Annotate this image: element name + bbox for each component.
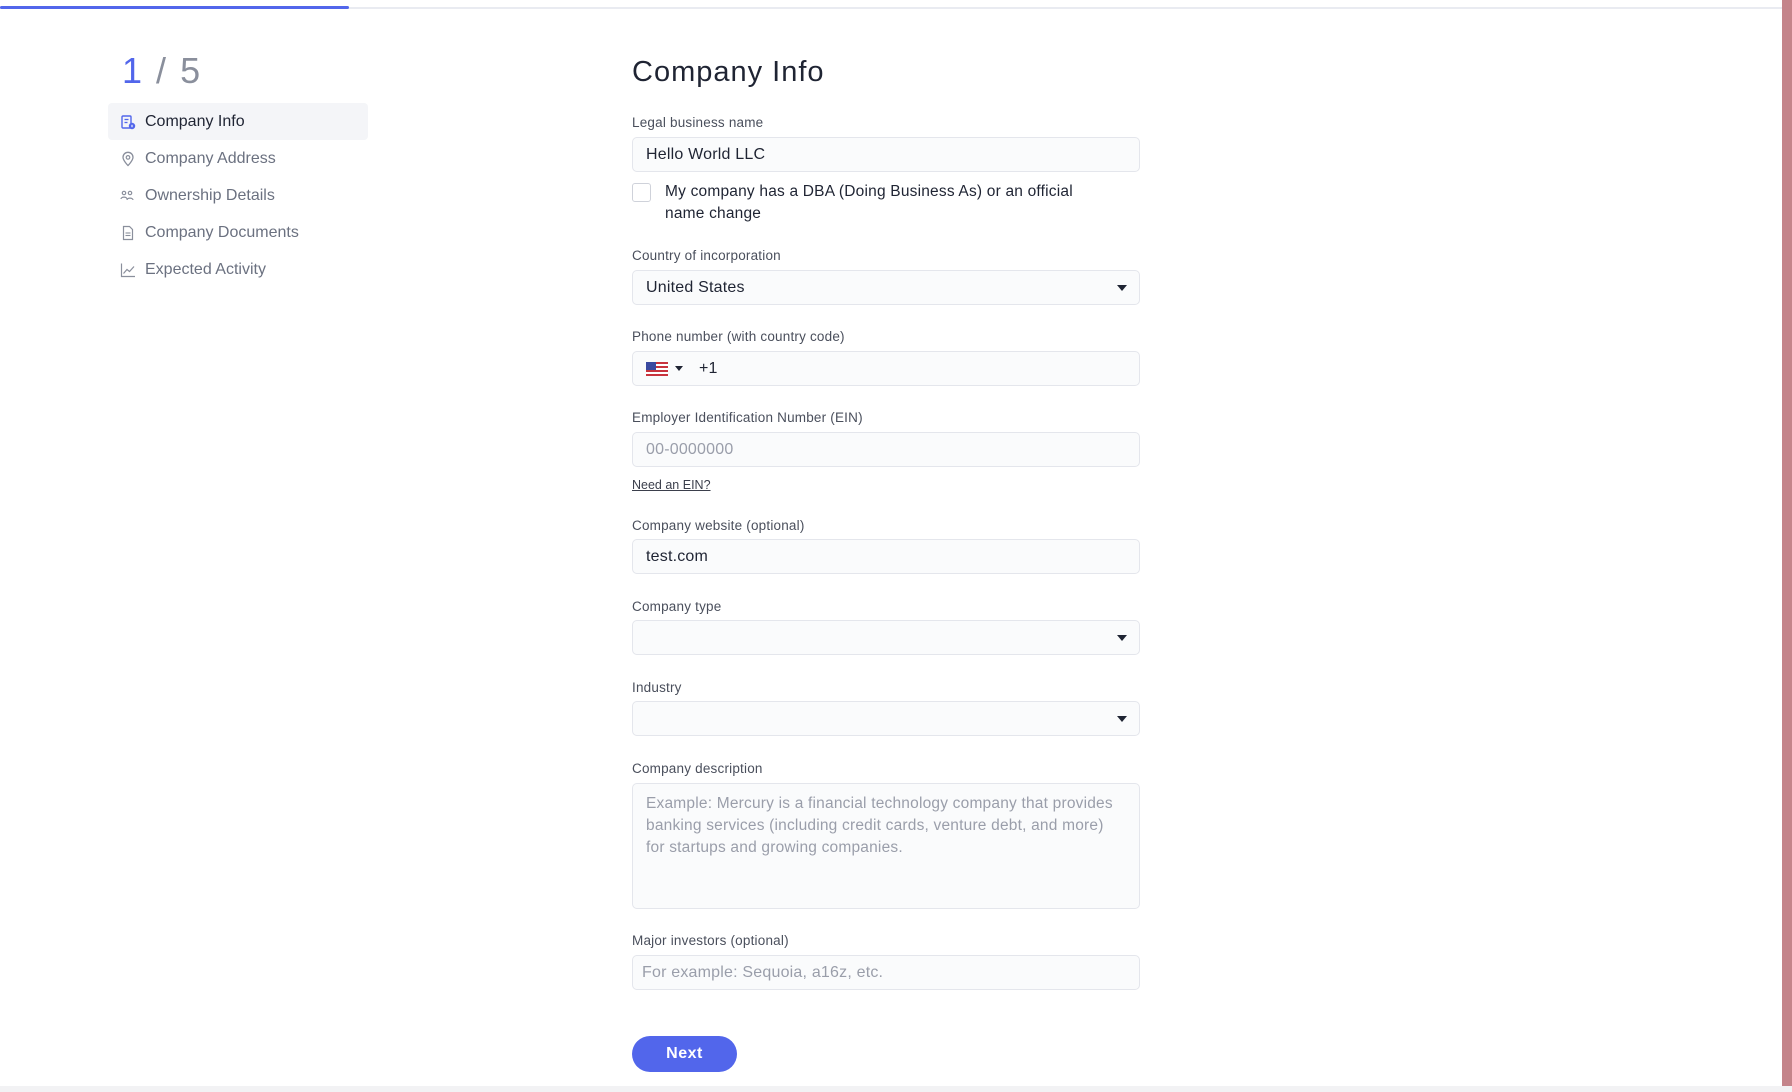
website-value: test.com — [646, 547, 709, 565]
step-label: Company Documents — [145, 223, 299, 241]
page-title: Company Info — [632, 56, 825, 88]
investors-placeholder: For example: Sequoia, a16z, etc. — [642, 963, 884, 981]
step-current: 1 — [122, 50, 145, 91]
legal-name-value: Hello World LLC — [646, 145, 766, 163]
step-company-address[interactable]: Company Address — [108, 140, 368, 177]
step-label: Expected Activity — [145, 260, 266, 278]
phone-label: Phone number (with country code) — [632, 329, 845, 344]
bottom-strip — [0, 1086, 1792, 1092]
steps-nav: Company Info Company Address Ownership D… — [108, 103, 368, 288]
line-chart-icon — [120, 263, 135, 277]
investors-label: Major investors (optional) — [632, 933, 789, 948]
industry-select[interactable] — [632, 701, 1140, 736]
legal-name-label: Legal business name — [632, 115, 764, 130]
company-type-label: Company type — [632, 599, 722, 614]
chevron-down-icon — [1117, 285, 1127, 291]
description-placeholder: Example: Mercury is a financial technolo… — [646, 795, 1113, 856]
ein-label: Employer Identification Number (EIN) — [632, 410, 863, 425]
step-total: 5 — [180, 50, 203, 91]
chevron-down-icon — [675, 366, 683, 371]
phone-input[interactable]: +1 — [632, 351, 1140, 386]
step-counter: 1 / 5 — [122, 50, 202, 92]
country-select[interactable]: United States — [632, 270, 1140, 305]
step-ownership-details[interactable]: Ownership Details — [108, 177, 368, 214]
step-company-documents[interactable]: Company Documents — [108, 214, 368, 251]
step-label: Ownership Details — [145, 186, 275, 204]
window-edge — [1782, 0, 1792, 1086]
description-textarea[interactable]: Example: Mercury is a financial technolo… — [632, 783, 1140, 909]
country-label: Country of incorporation — [632, 248, 781, 263]
chevron-down-icon — [1117, 635, 1127, 641]
step-company-info[interactable]: Company Info — [108, 103, 368, 140]
description-label: Company description — [632, 761, 763, 776]
phone-code: +1 — [699, 359, 718, 377]
location-pin-icon — [122, 151, 134, 166]
country-value: United States — [646, 278, 745, 296]
us-flag-icon — [646, 361, 668, 376]
chevron-down-icon — [1117, 716, 1127, 722]
investors-input[interactable]: For example: Sequoia, a16z, etc. — [632, 955, 1140, 990]
ein-input[interactable]: 00-0000000 — [632, 432, 1140, 467]
document-icon — [122, 225, 134, 240]
website-label: Company website (optional) — [632, 518, 805, 533]
dba-checkbox-label[interactable]: My company has a DBA (Doing Business As)… — [665, 181, 1115, 225]
people-icon — [120, 190, 134, 200]
legal-name-input[interactable]: Hello World LLC — [632, 137, 1140, 172]
country-code-selector[interactable] — [646, 361, 683, 376]
step-separator: / — [156, 50, 169, 91]
dba-checkbox-row: My company has a DBA (Doing Business As)… — [632, 181, 1140, 225]
step-label: Company Info — [145, 112, 245, 130]
company-type-select[interactable] — [632, 620, 1140, 655]
need-ein-link[interactable]: Need an EIN? — [632, 478, 711, 492]
dba-checkbox[interactable] — [632, 183, 651, 202]
website-input[interactable]: test.com — [632, 539, 1140, 574]
next-button[interactable]: Next — [632, 1036, 737, 1072]
ein-placeholder: 00-0000000 — [646, 440, 734, 458]
company-info-icon — [121, 114, 136, 129]
step-expected-activity[interactable]: Expected Activity — [108, 251, 368, 288]
progress-bar — [0, 6, 349, 9]
step-label: Company Address — [145, 149, 276, 167]
industry-label: Industry — [632, 680, 682, 695]
